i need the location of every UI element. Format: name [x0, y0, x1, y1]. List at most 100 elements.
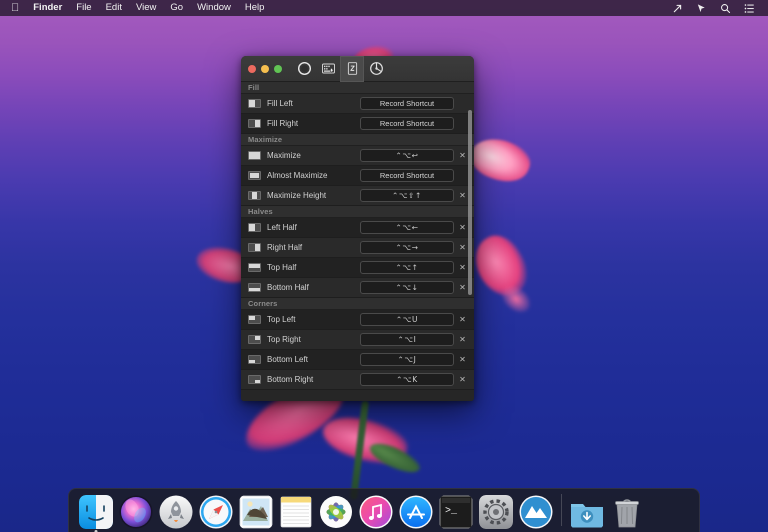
shortcut-row[interactable]: Top Left⌃⌥U✕ [241, 310, 474, 330]
dock-item-terminal[interactable]: >_ [437, 491, 475, 529]
vertical-scrollbar[interactable] [468, 110, 472, 401]
window-toolbar [292, 56, 388, 82]
clear-shortcut-button[interactable]: ✕ [457, 334, 468, 345]
menu-item-file[interactable]: File [69, 0, 98, 16]
shortcut-row-label: Left Half [267, 223, 360, 232]
window-position-icon [248, 283, 261, 292]
scrollbar-thumb[interactable] [468, 110, 472, 295]
clear-shortcut-button[interactable]: ✕ [457, 190, 468, 201]
clear-shortcut-button[interactable]: ✕ [457, 222, 468, 233]
shortcut-value-field[interactable]: ⌃⌥↓ [360, 281, 454, 294]
dock-item-siri[interactable] [117, 491, 155, 529]
shortcut-row[interactable]: Maximize⌃⌥↩✕ [241, 146, 474, 166]
shortcut-row-label: Right Half [267, 243, 360, 252]
menu-item-help[interactable]: Help [238, 0, 272, 16]
record-shortcut-button[interactable]: Record Shortcut [360, 97, 454, 110]
window-snap-icon[interactable] [340, 56, 364, 82]
dock-item-mountain-app[interactable] [517, 491, 555, 529]
window-position-icon [248, 355, 261, 364]
keyboard-shortcuts-icon[interactable] [316, 56, 340, 82]
close-button[interactable] [248, 65, 256, 73]
record-shortcut-button[interactable]: Record Shortcut [360, 117, 454, 130]
shortcut-value-field[interactable]: ⌃⌥J [360, 353, 454, 366]
shortcut-controls: ⌃⌥I✕ [360, 333, 468, 346]
clear-shortcut-button[interactable]: ✕ [457, 262, 468, 273]
dock[interactable]: >_ [68, 488, 700, 532]
dock-item-app-store[interactable] [397, 491, 435, 529]
dock-item-downloads-folder[interactable] [568, 491, 606, 529]
window-position-icon [248, 335, 261, 344]
system-preferences-icon [479, 495, 513, 529]
shortcut-row[interactable]: Maximize Height⌃⌥⇧↑✕ [241, 186, 474, 206]
clear-shortcut-button[interactable]: ✕ [457, 374, 468, 385]
shortcut-value-field[interactable]: ⌃⌥I [360, 333, 454, 346]
window-position-icon [248, 315, 261, 324]
dock-item-trash[interactable] [608, 491, 646, 529]
record-shortcut-button[interactable]: Record Shortcut [360, 169, 454, 182]
shortcut-value-field[interactable]: ⌃⌥↑ [360, 261, 454, 274]
dock-item-safari[interactable] [197, 491, 235, 529]
menu-item-edit[interactable]: Edit [99, 0, 129, 16]
apple-logo-icon[interactable]:  [7, 0, 26, 17]
shortcut-row[interactable]: Right Half⌃⌥→✕ [241, 238, 474, 258]
shortcut-row[interactable]: Bottom Half⌃⌥↓✕ [241, 278, 474, 298]
shortcut-value-field[interactable]: ⌃⌥← [360, 221, 454, 234]
shortcut-controls: ⌃⌥→✕ [360, 241, 468, 254]
menu-item-go[interactable]: Go [163, 0, 190, 16]
clear-shortcut-button[interactable]: ✕ [457, 242, 468, 253]
dock-item-launchpad[interactable] [157, 491, 195, 529]
zoom-button[interactable] [274, 65, 282, 73]
finder-icon [79, 495, 113, 529]
shortcut-row[interactable]: Fill LeftRecord Shortcut✕ [241, 94, 474, 114]
launchpad-icon [159, 495, 193, 529]
shortcut-row-label: Bottom Right [267, 375, 360, 384]
window-titlebar[interactable] [241, 56, 474, 82]
shortcut-row[interactable]: Bottom Right⌃⌥K✕ [241, 370, 474, 390]
shortcut-row[interactable]: Fill RightRecord Shortcut✕ [241, 114, 474, 134]
gear-settings-icon[interactable] [364, 56, 388, 82]
shortcut-row[interactable]: Top Right⌃⌥I✕ [241, 330, 474, 350]
shortcut-value-field[interactable]: ⌃⌥⇧↑ [360, 189, 454, 202]
menu-item-finder[interactable]: Finder [26, 0, 69, 16]
dock-item-photos[interactable] [317, 491, 355, 529]
shortcut-row[interactable]: Left Half⌃⌥←✕ [241, 218, 474, 238]
shortcut-value-field[interactable]: ⌃⌥↩ [360, 149, 454, 162]
dock-item-music[interactable] [357, 491, 395, 529]
clear-shortcut-button[interactable]: ✕ [457, 282, 468, 293]
shortcut-row-label: Fill Right [267, 119, 360, 128]
menu-bar-status-area [672, 3, 761, 14]
shortcut-row-label: Bottom Half [267, 283, 360, 292]
control-center-list-icon[interactable] [744, 3, 755, 14]
shortcut-controls: ⌃⌥J✕ [360, 353, 468, 366]
menu-item-window[interactable]: Window [190, 0, 238, 16]
shortcut-row-label: Fill Left [267, 99, 360, 108]
shortcut-controls: ⌃⌥↑✕ [360, 261, 468, 274]
app-store-icon [399, 495, 433, 529]
shortcuts-scroll-area[interactable]: FillFill LeftRecord Shortcut✕Fill RightR… [241, 82, 474, 401]
search-icon[interactable] [720, 3, 731, 14]
dock-item-mail[interactable] [237, 491, 275, 529]
shortcut-row[interactable]: Top Half⌃⌥↑✕ [241, 258, 474, 278]
clear-shortcut-button[interactable]: ✕ [457, 150, 468, 161]
cursor-arrow-icon[interactable] [696, 3, 707, 14]
shortcut-row[interactable]: Almost MaximizeRecord Shortcut✕ [241, 166, 474, 186]
shortcut-value-field[interactable]: ⌃⌥→ [360, 241, 454, 254]
dock-item-system-preferences[interactable] [477, 491, 515, 529]
safari-icon [199, 495, 233, 529]
dock-item-finder[interactable] [77, 491, 115, 529]
dock-item-notes[interactable] [277, 491, 315, 529]
shortcut-value-field[interactable]: ⌃⌥K [360, 373, 454, 386]
dock-separator [561, 494, 562, 526]
minimize-button[interactable] [261, 65, 269, 73]
clear-shortcut-button[interactable]: ✕ [457, 314, 468, 325]
rectangle-preferences-window[interactable]: FillFill LeftRecord Shortcut✕Fill RightR… [241, 56, 474, 401]
arrow-up-right-icon[interactable] [672, 3, 683, 14]
section-header-halves: Halves [241, 206, 474, 218]
shortcut-row[interactable]: Bottom Left⌃⌥J✕ [241, 350, 474, 370]
shortcut-row-label: Maximize [267, 151, 360, 160]
record-circle-icon[interactable] [292, 56, 316, 82]
shortcut-value-field[interactable]: ⌃⌥U [360, 313, 454, 326]
clear-shortcut-button[interactable]: ✕ [457, 354, 468, 365]
shortcut-row-label: Top Left [267, 315, 360, 324]
menu-item-view[interactable]: View [129, 0, 163, 16]
